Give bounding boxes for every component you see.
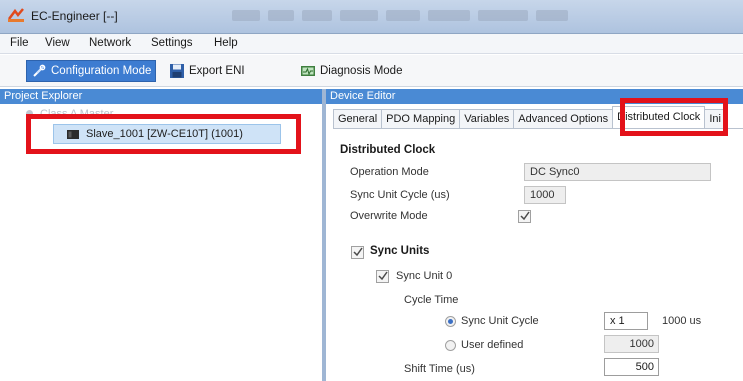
wrench-icon [33,64,46,77]
sync-unit-cycle-field: 1000 [524,186,566,204]
blurred-title-area [340,10,378,21]
section-title: Distributed Clock [340,144,436,156]
blurred-title-area [478,10,528,21]
export-eni-button[interactable]: Export ENI [165,60,249,82]
menu-network[interactable]: Network [89,37,131,49]
tab-general[interactable]: General [333,109,383,128]
user-defined-field: 1000 [604,335,659,353]
radio-sync-unit-cycle-label: Sync Unit Cycle [461,315,539,327]
export-eni-label: Export ENI [189,65,245,77]
sync-unit-cycle-label: Sync Unit Cycle (us) [350,189,450,201]
highlight-box-tab [620,98,728,136]
shift-time-field[interactable]: 500 [604,358,659,376]
menu-view[interactable]: View [45,37,70,49]
shift-time-label: Shift Time (us) [404,363,475,375]
diagnosis-icon [301,66,315,76]
radio-user-defined-label: User defined [461,339,524,351]
highlight-box-slave [26,114,301,154]
menu-file[interactable]: File [10,37,29,49]
tab-advanced-options[interactable]: Advanced Options [513,109,614,128]
menu-settings[interactable]: Settings [151,37,193,49]
blurred-title-area [536,10,568,21]
tab-pdo-mapping[interactable]: PDO Mapping [381,109,461,128]
overwrite-mode-checkbox[interactable] [518,210,531,223]
blurred-title-area [268,10,294,21]
blurred-title-area [302,10,332,21]
blurred-title-area [386,10,420,21]
blurred-title-area [428,10,470,21]
operation-mode-label: Operation Mode [350,166,429,178]
sync-unit0-label: Sync Unit 0 [396,270,453,282]
save-icon [170,64,184,78]
sync-unit0-checkbox[interactable] [376,270,389,283]
blurred-title-area [232,10,260,21]
window-title: EC-Engineer [--] [31,9,118,23]
sync-units-checkbox[interactable] [351,246,364,259]
app-icon [8,8,24,22]
configuration-mode-button[interactable]: Configuration Mode [26,60,157,82]
diagnosis-mode-button[interactable]: Diagnosis Mode [296,60,406,82]
menu-help[interactable]: Help [214,37,238,49]
operation-mode-field: DC Sync0 [524,163,711,181]
multiplier-field[interactable]: x 1 [604,312,648,330]
project-explorer-header: Project Explorer [0,89,322,104]
panel-divider [322,89,326,381]
overwrite-mode-label: Overwrite Mode [350,210,428,222]
diagnosis-mode-label: Diagnosis Mode [320,65,403,77]
sync-units-label: Sync Units [370,245,430,257]
radio-user-defined[interactable] [445,340,456,351]
check-icon [353,247,363,257]
title-bar: EC-Engineer [--] [0,0,743,34]
toolbar: Configuration Mode Export ENI Diagnosis … [0,55,743,87]
cycle-time-label: Cycle Time [404,294,459,306]
configuration-mode-label: Configuration Mode [51,65,152,77]
menu-bar: File View Network Settings Help [0,34,743,54]
check-icon [378,271,388,281]
tab-variables[interactable]: Variables [459,109,515,128]
check-icon [520,211,530,221]
cycle-result-text: 1000 us [662,315,702,327]
radio-sync-unit-cycle[interactable] [445,316,456,327]
